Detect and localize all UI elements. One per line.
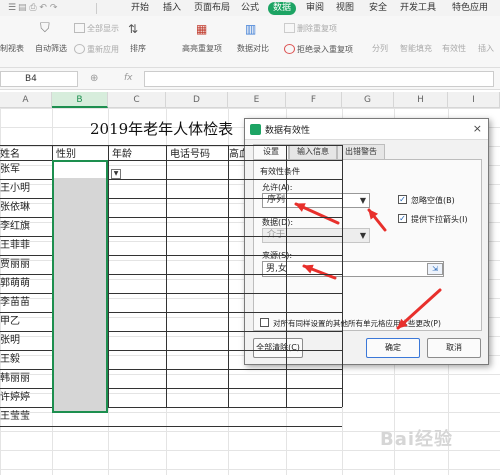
table-border — [228, 145, 229, 407]
red-arrowhead — [294, 203, 306, 212]
table-border — [286, 145, 287, 407]
table-border — [0, 426, 342, 427]
table-border — [108, 145, 109, 407]
gender-column-selection[interactable] — [52, 160, 108, 413]
table-border — [342, 145, 343, 407]
active-cell[interactable] — [54, 162, 106, 178]
table-border — [166, 145, 167, 407]
watermark: Bai经验 — [380, 429, 454, 450]
red-arrowhead — [302, 264, 314, 274]
